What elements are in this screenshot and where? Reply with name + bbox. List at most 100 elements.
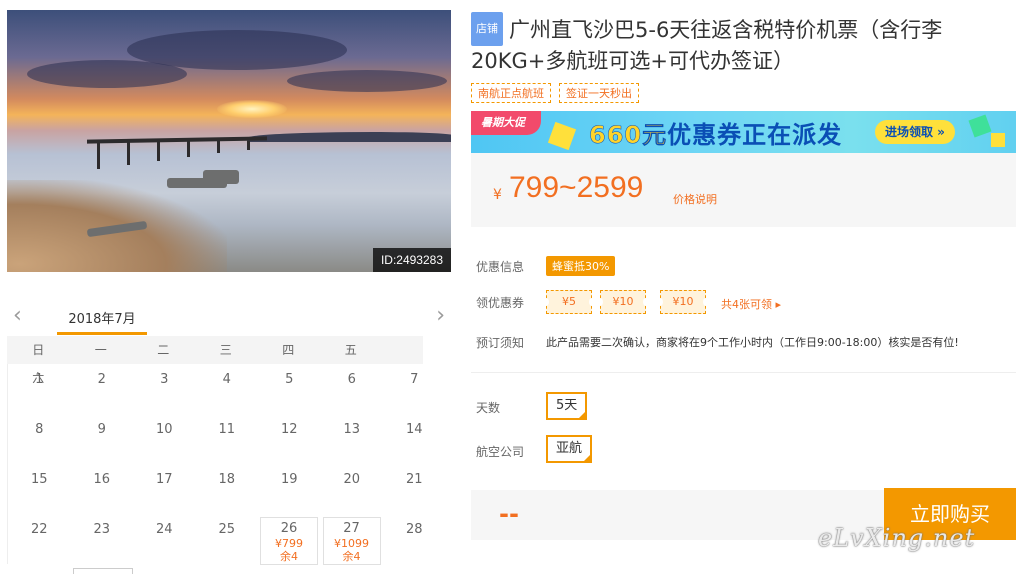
coupon-label: 领优惠券 [476, 296, 525, 310]
calendar-day-price: ¥799 [275, 537, 303, 550]
decoration-shape [968, 114, 992, 138]
coupon-more-link[interactable]: 共4张可领 ▸ [721, 296, 781, 312]
calendar-day-number: 14 [405, 422, 423, 437]
calendar-day-number: 19 [280, 472, 298, 487]
tag-on-time: 南航正点航班 [471, 83, 551, 103]
calendar-day: 16 [71, 464, 134, 514]
coupon-5[interactable]: ¥5 [543, 290, 595, 314]
calendar-day: 6 [321, 364, 384, 414]
calendar-day-number: 25 [218, 522, 236, 537]
promo-text: 优惠券正在派发 [667, 121, 843, 149]
product-title-block: 店铺 广州直飞沙巴5-6天往返含税特价机票（含行李20KG+多航班可选+可代办签证… [471, 12, 1016, 76]
decoration-shape [547, 121, 577, 151]
calendar-day: 11 [196, 414, 259, 464]
calendar-day-number: 24 [155, 522, 173, 537]
calendar-day[interactable]: 26 ¥799 余4 [260, 517, 318, 565]
calendar-month-underline [57, 332, 147, 335]
calendar-day-number: 28 [405, 522, 423, 537]
calendar-week-row: 1 2 3 4 5 6 7 [8, 364, 423, 414]
weekday-tue: 二 [157, 343, 170, 357]
calendar-day: 22 [8, 514, 71, 564]
calendar-day-number: 9 [97, 422, 106, 437]
calendar-day-number: 6 [347, 372, 356, 387]
calendar-day-number: 17 [155, 472, 173, 487]
calendar-day[interactable]: 27 ¥1099 余4 [322, 517, 381, 565]
honey-discount-badge: 蜂蜜抵30% [546, 256, 616, 276]
calendar-day: 18 [196, 464, 259, 514]
calendar-day-number: 22 [30, 522, 48, 537]
calendar-day-number: 26 [280, 521, 298, 536]
calendar-day-number: 12 [280, 422, 298, 437]
calendar-day: 21 [383, 464, 446, 514]
calendar-week-row: 22 23 24 25 26 ¥799 余4 27 ¥1099 余4 28 [8, 514, 423, 565]
calendar-day-number: 1 [35, 372, 44, 387]
calendar-next-row-cell [73, 568, 133, 574]
calendar-day-number: 15 [30, 472, 48, 487]
calendar-day: 23 [71, 514, 134, 564]
calendar-day: 3 [133, 364, 196, 414]
price-range: 799~2599 [509, 171, 644, 204]
calendar-day-number: 23 [93, 522, 111, 537]
calendar-day: 25 [196, 514, 259, 564]
weekday-sun: 日 [32, 343, 45, 357]
airline-label: 航空公司 [476, 445, 525, 459]
calendar-day-number: 27 [343, 521, 360, 536]
decoration-shape [991, 133, 1005, 147]
calendar-week-row: 8 9 10 11 12 13 14 [8, 414, 423, 464]
calendar-day-number: 7 [410, 372, 419, 387]
calendar-day: 5 [258, 364, 321, 414]
promo-amount: 660元 [589, 121, 668, 150]
calendar-week-row: 15 16 17 18 19 20 21 [8, 464, 423, 514]
tag-visa: 签证一天秒出 [559, 83, 639, 103]
notice-label: 预订须知 [476, 336, 525, 350]
product-title-text: 广州直飞沙巴5-6天往返含税特价机票（含行李20KG+多航班可选+可代办签证） [471, 18, 943, 73]
calendar-day: 14 [383, 414, 446, 464]
promo-banner[interactable]: 暑期大促 660元优惠券正在派发 进场领取 » [471, 111, 1016, 153]
chevron-left-icon[interactable]: ‹ [13, 305, 29, 327]
weekday-fri: 五 [344, 343, 357, 357]
photo-id-label: ID:2493283 [372, 248, 451, 272]
shop-badge[interactable]: 店铺 [471, 12, 503, 46]
calendar-day-number: 21 [405, 472, 423, 487]
weekday-thu: 四 [282, 343, 295, 357]
discount-label: 优惠信息 [476, 260, 525, 274]
calendar-day: 17 [133, 464, 196, 514]
calendar-day: 19 [258, 464, 321, 514]
calendar-day: 10 [133, 414, 196, 464]
calendar-day-number: 18 [218, 472, 236, 487]
selected-check-icon [577, 410, 588, 420]
calendar-day: 28 [383, 514, 446, 564]
calendar-day: 24 [133, 514, 196, 564]
selected-check-icon [582, 453, 593, 463]
calendar-day-remaining: 余4 [342, 550, 361, 563]
calendar-weekday-header: 日一二三四五六 [7, 336, 423, 385]
promo-headline: 660元优惠券正在派发 [589, 115, 842, 150]
days-option[interactable]: 5天 [546, 392, 588, 420]
calendar-month[interactable]: 2018年7月 [57, 308, 147, 327]
calendar-day: 1 [8, 364, 71, 414]
airline-option-label: 亚航 [556, 441, 583, 456]
calendar-day: 20 [321, 464, 384, 514]
site-watermark: eLvXing.net [818, 524, 976, 552]
calendar-day-remaining: 余4 [280, 550, 298, 563]
coupon-10-a[interactable]: ¥10 [597, 290, 649, 314]
calendar-day: 7 [383, 364, 446, 414]
calendar-day: 2 [71, 364, 134, 414]
airline-option[interactable]: 亚航 [546, 435, 593, 463]
calendar-day-number: 5 [285, 372, 294, 387]
calendar-day: 4 [196, 364, 259, 414]
product-photo: ID:2493283 [7, 10, 451, 272]
divider [471, 372, 1016, 373]
price-explain-link[interactable]: 价格说明 [673, 191, 717, 207]
calendar-day-number: 16 [93, 472, 111, 487]
chevron-right-icon[interactable]: › [429, 305, 445, 327]
calendar-day: 8 [8, 414, 71, 464]
days-option-label: 5天 [556, 398, 578, 413]
enter-promo-button[interactable]: 进场领取 » [875, 120, 955, 144]
calendar-day-number: 2 [97, 372, 106, 387]
product-tags: 南航正点航班 签证一天秒出 [471, 82, 647, 103]
calendar-day-number: 4 [222, 372, 231, 387]
calendar-grid: 1 2 3 4 5 6 7 8 9 10 11 12 13 14 15 16 17 18 19 20 21 22 23 24 2… [7, 364, 423, 565]
notice-text: 此产品需要二次确认，商家将在9个工作小时内（工作日9:00-18:00）核实是否… [546, 336, 959, 349]
coupon-10-b[interactable]: ¥10 [657, 290, 709, 314]
